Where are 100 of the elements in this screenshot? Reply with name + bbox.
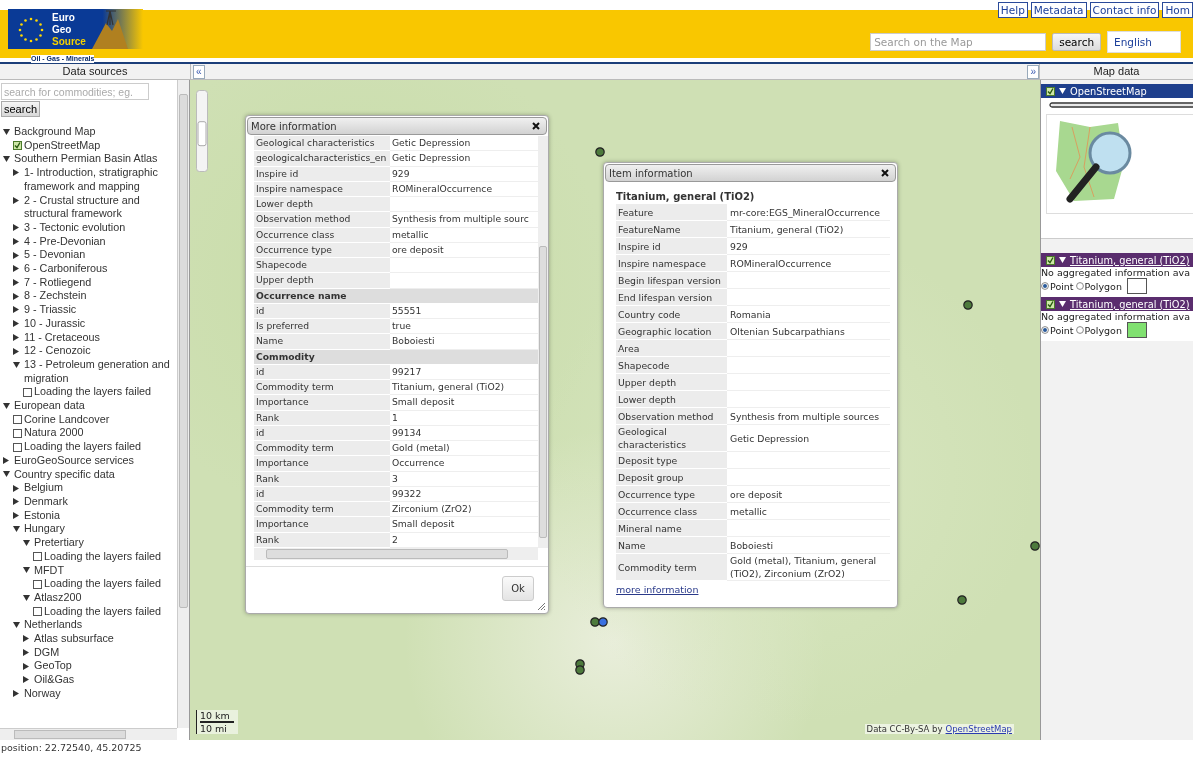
attribution-link[interactable]: OpenStreetMap [945,724,1012,734]
caret-down-icon[interactable] [3,471,10,478]
caret-right-icon[interactable] [13,292,19,300]
radio-selected-icon[interactable] [1041,282,1049,290]
map-marker-icon[interactable] [575,665,585,675]
caret-right-icon[interactable] [13,251,19,259]
tree-item[interactable]: Loading the layers failed [24,440,177,454]
tree-item[interactable]: Pretertiary [34,536,177,550]
tree-item[interactable]: European data [14,399,177,413]
caret-right-icon[interactable] [23,635,29,643]
map-marker-icon[interactable] [598,617,608,627]
tree-item[interactable]: 7 - Rotliegend [24,275,177,290]
layer-title-link[interactable]: Titanium, general (TiO2) [1070,298,1190,310]
checkbox-icon[interactable] [33,579,42,589]
commodity-search-field[interactable]: search for commodities; eg. [1,83,149,100]
tree-item[interactable]: 6 - Carboniferous [24,262,177,276]
radio-icon[interactable] [1075,326,1084,334]
tree-item[interactable]: Denmark [24,495,177,509]
tree-item[interactable]: 2 - Crustal structure and structural framework [24,193,177,221]
caret-right-icon[interactable] [13,279,19,287]
caret-right-icon[interactable] [23,662,29,670]
tree-item[interactable]: Hungary [24,522,177,537]
ok-button[interactable]: Ok [502,576,534,601]
caret-right-icon[interactable] [13,320,19,328]
language-select[interactable]: English [1107,31,1181,53]
checkbox-checked-icon[interactable] [1046,86,1055,96]
caret-right-icon[interactable] [13,512,19,520]
caret-right-icon[interactable] [13,237,19,245]
tree-item[interactable]: 12 - Cenozoic [24,344,177,358]
caret-right-icon[interactable] [13,498,19,506]
header-link[interactable]: Contact info [1089,2,1160,18]
collapse-left-button[interactable]: « [193,65,205,79]
layer-header[interactable]: Titanium, general (TiO2) [1041,253,1193,267]
map-search-field[interactable]: Search on the Map [870,33,1047,51]
tree-item[interactable]: Atlas subsurface [34,632,177,646]
map-marker-icon[interactable] [1030,541,1040,551]
header-link[interactable]: Metadata [1030,2,1087,18]
tree-item[interactable]: 11 - Cretaceous [24,330,177,345]
map-marker-icon[interactable] [595,147,605,157]
zoom-slider[interactable] [196,90,208,172]
caret-down-icon[interactable] [3,128,10,135]
tree-item[interactable]: Background Map [14,125,177,139]
checkbox-checked-icon[interactable] [13,141,22,151]
checkbox-icon[interactable] [23,387,32,397]
caret-down-icon[interactable] [23,539,30,546]
caret-right-icon[interactable] [13,347,19,355]
caret-down-icon[interactable] [23,594,30,601]
caret-down-icon[interactable] [13,361,20,368]
caret-down-icon[interactable] [3,402,10,409]
tree-item[interactable]: Belgium [24,481,177,495]
tree-item[interactable]: 5 - Devonian [24,248,177,263]
tree-item[interactable]: 8 - Zechstein [24,289,177,304]
layer-header[interactable]: Titanium, general (TiO2) [1041,297,1193,311]
search-button[interactable]: search [1,101,41,117]
close-icon[interactable] [532,122,540,130]
tree-item[interactable]: GeoTop [34,659,177,674]
layer-slider[interactable] [1049,102,1193,108]
checkbox-icon[interactable] [13,415,22,425]
color-swatch[interactable] [1126,322,1147,338]
horizontal-scrollbar[interactable] [0,728,177,740]
caret-right-icon[interactable] [13,306,19,314]
layer-title-link[interactable]: Titanium, general (TiO2) [1070,254,1190,266]
tree-item[interactable]: Loading the layers failed [44,604,177,619]
radio-label[interactable]: Polygon [1084,324,1122,336]
caret-right-icon[interactable] [13,224,19,232]
map-marker-icon[interactable] [590,617,600,627]
tree-item[interactable]: 13 - Petroleum generation and migration [24,357,177,386]
tree-item[interactable]: OpenStreetMap [24,138,177,153]
tree-item[interactable]: 9 - Triassic [24,303,177,317]
tree-item[interactable]: Southern Permian Basin Atlas [14,152,177,167]
caret-right-icon[interactable] [13,484,19,492]
tree-item[interactable]: EuroGeoSource services [14,453,177,468]
tree-item[interactable]: Norway [24,686,177,701]
tree-item[interactable]: Loading the layers failed [44,577,177,591]
header-link[interactable]: Help [997,2,1028,18]
tree-item[interactable]: 4 - Pre-Devonian [24,234,177,249]
tree-item[interactable]: Country specific data [14,467,177,482]
checkbox-icon[interactable] [33,606,42,616]
caret-down-icon[interactable] [1059,257,1066,263]
tree-item[interactable]: Corine Landcover [24,412,177,427]
vertical-scrollbar[interactable] [538,136,548,548]
checkbox-icon[interactable] [13,442,22,452]
caret-down-icon[interactable] [1059,88,1066,94]
caret-right-icon[interactable] [23,676,29,684]
vertical-scrollbar[interactable] [177,80,189,728]
tree-item[interactable]: Loading the layers failed [34,385,177,400]
tree-item[interactable]: Natura 2000 [24,426,177,441]
layer-header[interactable]: OpenStreetMap [1041,84,1193,98]
checkbox-icon[interactable] [13,428,22,438]
more-information-link[interactable]: more information [616,584,699,595]
radio-label[interactable]: Point [1050,280,1074,292]
caret-right-icon[interactable] [13,196,19,204]
checkbox-checked-icon[interactable] [1046,299,1055,309]
tree-item[interactable]: 10 - Jurassic [24,316,177,331]
map-marker-icon[interactable] [963,300,973,310]
caret-right-icon[interactable] [3,457,9,465]
caret-down-icon[interactable] [13,526,20,533]
tree-item[interactable]: Estonia [24,508,177,523]
tree-item[interactable]: Atlasz200 [34,590,177,605]
caret-down-icon[interactable] [1059,301,1066,307]
